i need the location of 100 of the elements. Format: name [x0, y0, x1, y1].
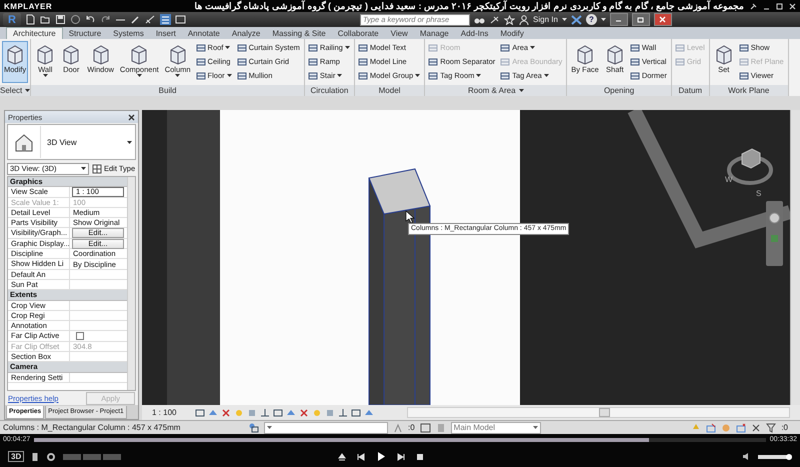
panel-label[interactable]: Opening: [604, 86, 634, 95]
caret-icon[interactable]: [267, 426, 272, 429]
horizontal-scrollbar[interactable]: [407, 407, 790, 418]
pencil-icon[interactable]: [130, 14, 141, 25]
document-icon[interactable]: [25, 14, 36, 25]
caret-icon[interactable]: [337, 74, 342, 77]
view-scale[interactable]: 1 : 100: [152, 408, 192, 417]
viewcube-drawing[interactable]: [727, 148, 773, 185]
caret-icon[interactable]: [530, 46, 536, 49]
panel-label[interactable]: Circulation: [310, 86, 348, 95]
ribbon-tab[interactable]: Modify: [494, 28, 530, 39]
caret-icon[interactable]: [476, 74, 482, 77]
selection-option-icon[interactable]: [706, 422, 716, 432]
ribbon-tab[interactable]: Annotate: [182, 28, 226, 39]
sign-in-link[interactable]: Sign In: [533, 15, 558, 24]
user-icon[interactable]: [519, 14, 529, 24]
3d-badge[interactable]: 3D: [8, 451, 24, 462]
pin-icon[interactable]: [750, 2, 757, 10]
status-text: Columns : M_Rectangular Column : 457 x 475mm: [3, 423, 182, 432]
next-icon[interactable]: [397, 452, 405, 460]
caret-icon[interactable]: [544, 74, 549, 77]
scrollbar-thumb[interactable]: [598, 408, 610, 417]
type-selector[interactable]: 3D View: [7, 124, 136, 160]
caret-icon[interactable]: [127, 140, 132, 144]
caret-icon[interactable]: [518, 89, 524, 92]
ribbon-tab[interactable]: Massing & Site: [266, 28, 332, 39]
ribbon-tab[interactable]: Architecture: [6, 27, 63, 39]
tool-icon: [500, 42, 510, 52]
ribbon-tab[interactable]: View: [384, 28, 414, 39]
maximize-icon[interactable]: [776, 2, 783, 10]
ribbon-tab[interactable]: Add-Ins: [454, 28, 494, 39]
panel-label[interactable]: Room & Area: [468, 86, 516, 95]
tool-icon: [358, 56, 368, 66]
tool-icon: [168, 43, 188, 65]
caret-icon[interactable]: [81, 167, 86, 170]
tool-icon: [196, 42, 206, 52]
star-icon[interactable]: [504, 14, 515, 24]
ribbon-tab[interactable]: Structure: [62, 28, 108, 39]
view-control-icon[interactable]: [299, 408, 309, 418]
help-icon[interactable]: ?: [586, 14, 597, 25]
tool-icon: [236, 70, 247, 80]
exchange-icon[interactable]: [570, 14, 582, 24]
save-icon[interactable]: [55, 14, 66, 25]
view-control-icon[interactable]: [260, 408, 270, 418]
settings-icon[interactable]: [46, 452, 56, 462]
tool-icon: [35, 43, 56, 65]
caret-icon[interactable]: [42, 74, 48, 77]
design-option-dropdown[interactable]: Main Model: [450, 422, 541, 434]
grid-icon[interactable]: [160, 14, 171, 25]
close-button[interactable]: [654, 13, 672, 26]
folder-icon[interactable]: [40, 14, 51, 25]
caret-icon[interactable]: [344, 46, 350, 49]
tool-icon: [196, 56, 206, 66]
ribbon-tab[interactable]: Systems: [107, 28, 150, 39]
selection-option-icon[interactable]: [736, 422, 746, 432]
minimize-button[interactable]: [610, 13, 628, 26]
maximize-button[interactable]: [632, 13, 650, 26]
caret-icon[interactable]: [175, 74, 180, 77]
caret-icon[interactable]: [415, 74, 420, 77]
caret-icon[interactable]: [226, 74, 232, 77]
close-icon[interactable]: [128, 114, 135, 120]
panel-label[interactable]: Work Plane: [728, 86, 770, 95]
previous-icon[interactable]: [357, 452, 365, 460]
play-icon[interactable]: [376, 451, 386, 462]
panel-label[interactable]: Datum: [678, 86, 702, 95]
tool-icon: [308, 70, 318, 80]
tool-icon: [738, 70, 749, 80]
progress-track[interactable]: [34, 438, 766, 442]
caret-icon[interactable]: [136, 74, 142, 77]
video-title: مجموعه آموزشی جامع ، گام به گام و کاربردی نرم افزار رویت آرکیتکچر ۲۰۱۶ مدرس : سعید فدایی ( تیچرمن ) گروه آموزشی پادشاه گرافیست ها: [193, 1, 744, 11]
checkbox[interactable]: [73, 332, 85, 340]
audio-tags-drawing[interactable]: [63, 452, 124, 460]
tool-icon: [90, 43, 111, 65]
panel-label[interactable]: Build: [158, 86, 176, 95]
ribbon-tab[interactable]: Manage: [414, 28, 455, 39]
ribbon-tab[interactable]: Analyze: [226, 28, 266, 39]
ribbon-tab[interactable]: Insert: [150, 28, 182, 39]
scrollbar[interactable]: [127, 177, 135, 390]
view-control-icon[interactable]: [221, 408, 231, 418]
measure-icon[interactable]: [145, 14, 156, 25]
panel-label[interactable]: Model: [378, 86, 400, 95]
caret-icon[interactable]: [225, 46, 230, 49]
caret-icon[interactable]: [600, 18, 606, 21]
caret-icon[interactable]: [25, 89, 30, 92]
eject-icon[interactable]: [338, 452, 346, 460]
redo-icon[interactable]: [100, 14, 111, 25]
ribbon-tab[interactable]: Collaborate: [332, 28, 385, 39]
stop-icon[interactable]: [416, 452, 424, 460]
navigation-bar[interactable]: [766, 201, 783, 266]
vertical-scrollbar[interactable]: [790, 110, 800, 405]
compass-label: W: [725, 175, 733, 184]
panel-label[interactable]: Select: [0, 86, 22, 95]
undo-icon[interactable]: [85, 14, 96, 25]
window-icon[interactable]: [175, 14, 186, 25]
worksets-icon[interactable]: [248, 422, 259, 433]
caret-icon[interactable]: [562, 18, 567, 21]
view-control-icon[interactable]: [338, 408, 348, 418]
selection-option-icon[interactable]: [751, 422, 762, 432]
caret-icon[interactable]: [532, 426, 538, 429]
filter-icon[interactable]: [766, 422, 776, 432]
